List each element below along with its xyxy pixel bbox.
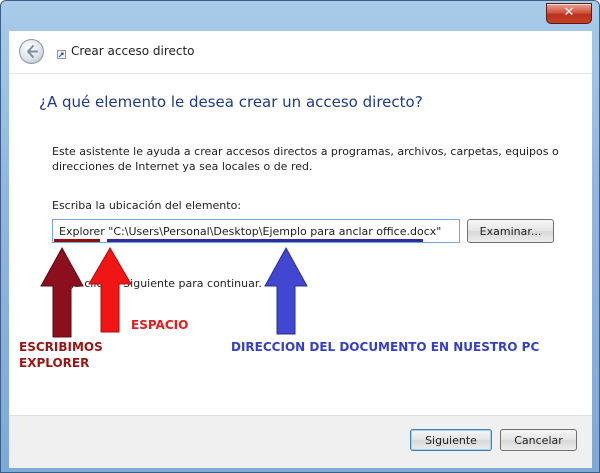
- dark-red-arrow-icon: [40, 246, 84, 338]
- annotation-espacio: ESPACIO: [131, 318, 189, 332]
- dialog-header: Crear acceso directo: [9, 31, 592, 74]
- red-arrow-icon: [88, 247, 132, 333]
- wizard-content: ¿A qué elemento le desea crear un acceso…: [9, 74, 592, 415]
- annotation-direccion: DIRECCION DEL DOCUMENTO EN NUESTRO PC: [231, 340, 540, 354]
- back-arrow-icon: [27, 45, 38, 58]
- blue-arrow-icon: [264, 246, 308, 335]
- cancel-button[interactable]: Cancelar: [500, 429, 577, 451]
- description-text: Este asistente le ayuda a crear accesos …: [52, 145, 559, 173]
- next-button[interactable]: Siguiente: [410, 429, 492, 451]
- close-icon: ✕: [563, 5, 575, 20]
- annotation-escribimos: ESCRIBIMOS EXPLORER: [19, 340, 103, 370]
- close-button[interactable]: ✕: [546, 3, 592, 24]
- window-title: Crear acceso directo: [71, 44, 195, 58]
- dialog-window: ✕ Crear acceso directo ¿A qué elemento l…: [0, 0, 600, 473]
- browse-button[interactable]: Examinar...: [467, 219, 554, 243]
- shortcut-icon: [57, 50, 66, 59]
- location-label: Escriba la ubicación del elemento:: [52, 199, 242, 212]
- back-button[interactable]: [19, 39, 44, 64]
- dialog-footer: Siguiente Cancelar: [9, 415, 592, 468]
- path-underline: [107, 239, 423, 242]
- page-heading: ¿A qué elemento le desea crear un acceso…: [39, 93, 423, 111]
- explorer-underline: [54, 239, 100, 242]
